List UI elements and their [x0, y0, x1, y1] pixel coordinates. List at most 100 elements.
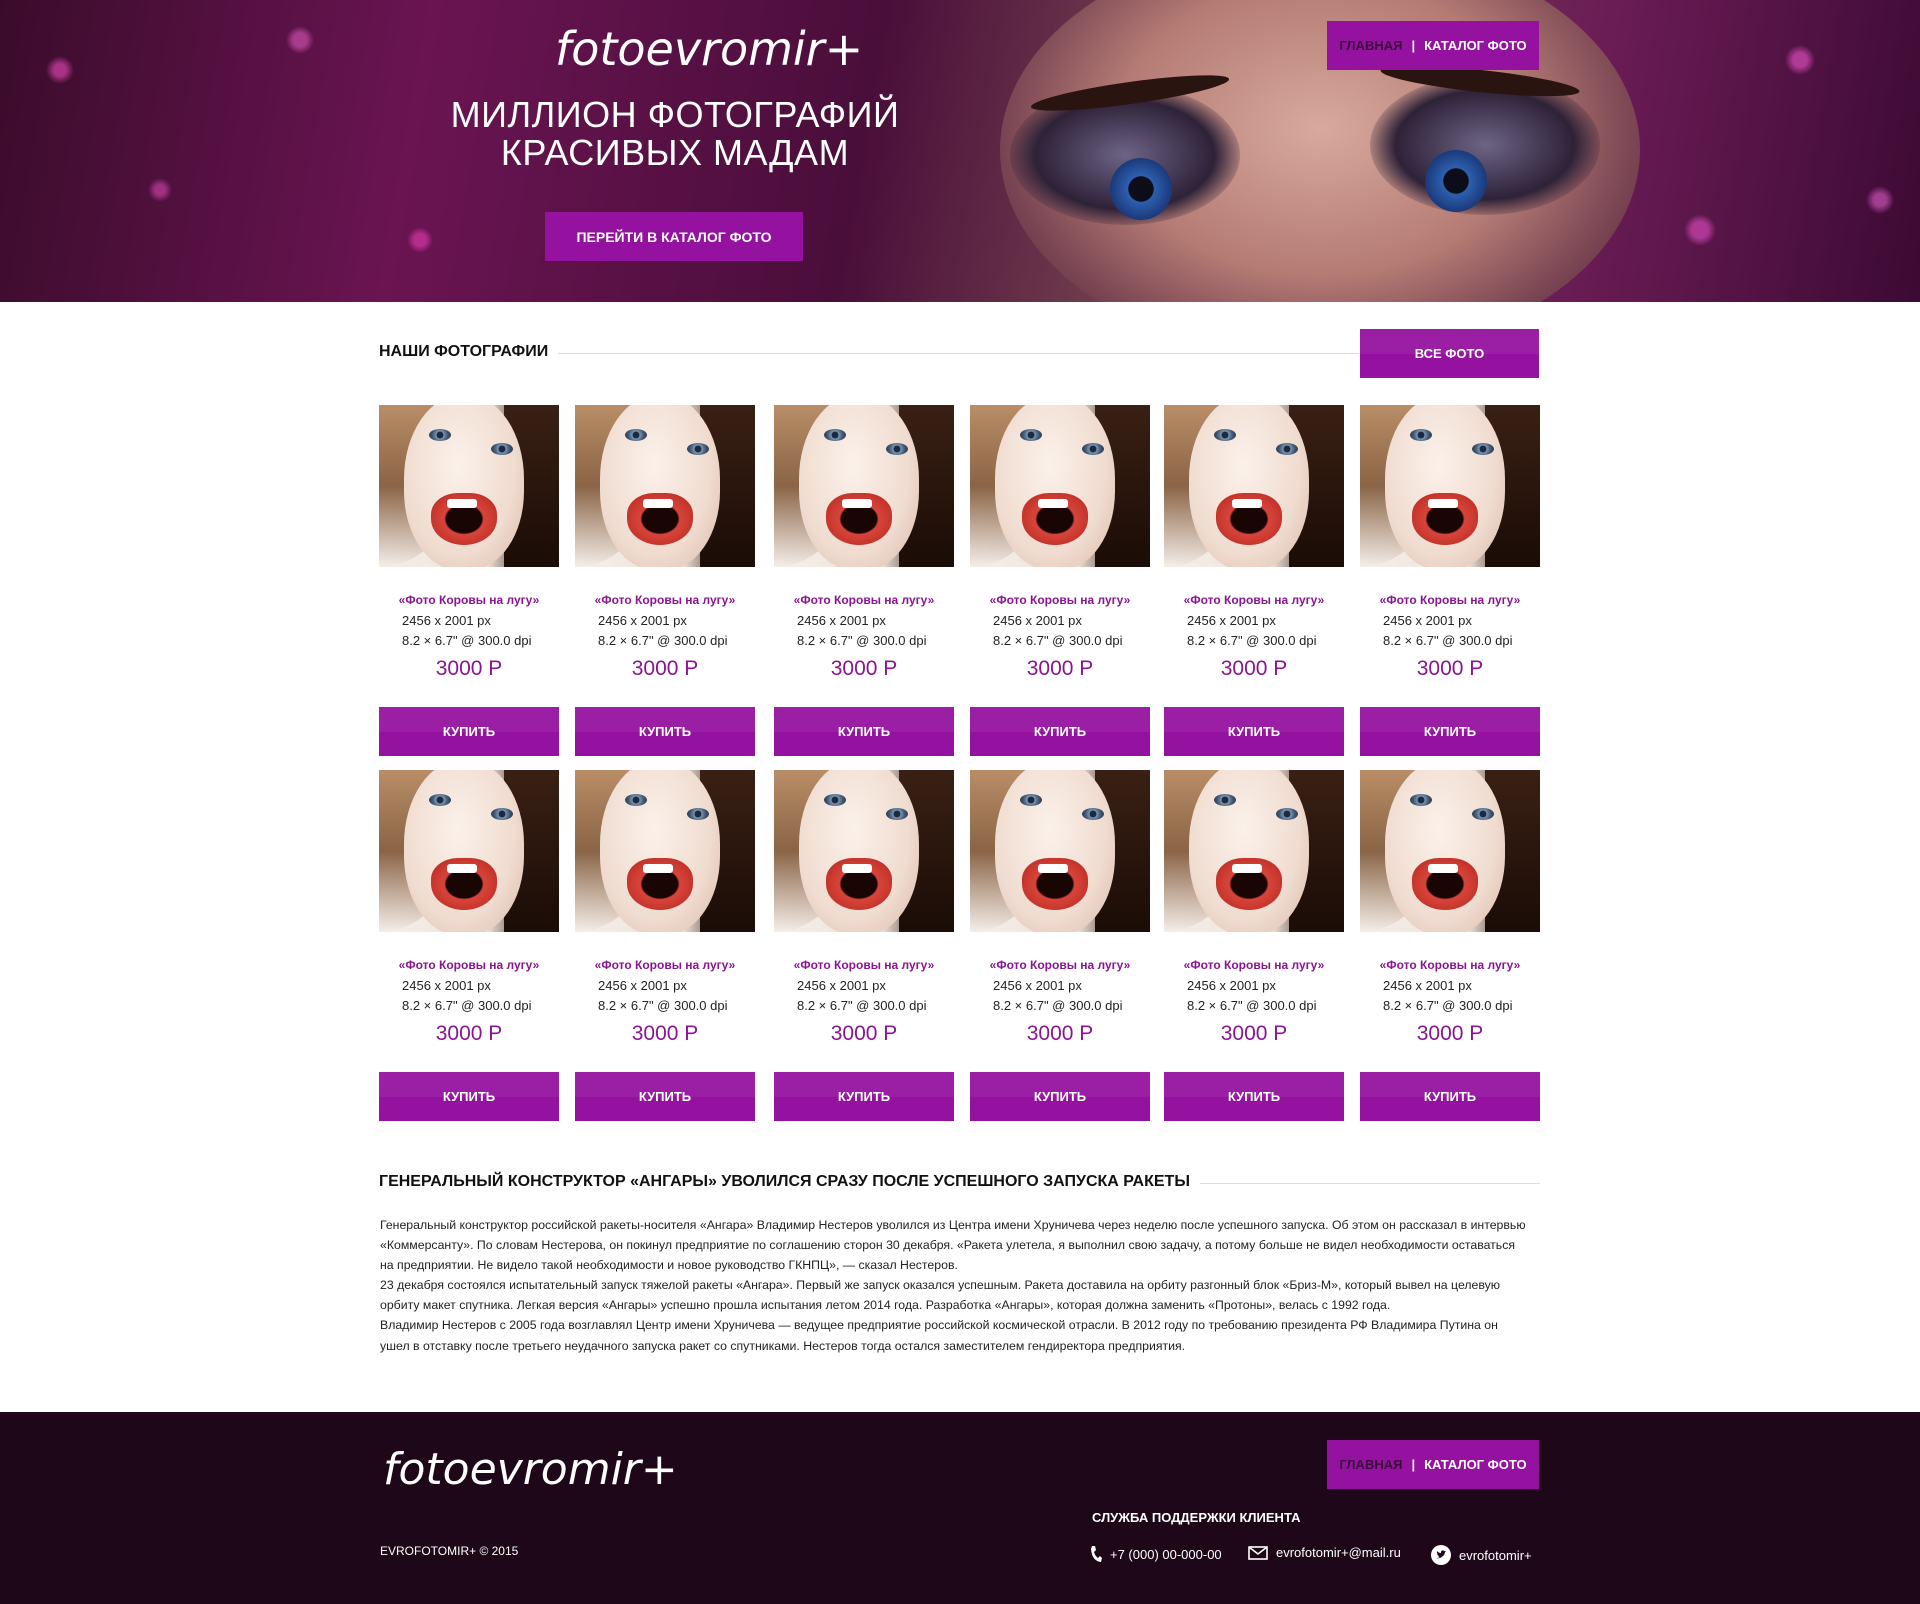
photo-thumbnail[interactable]	[774, 770, 954, 932]
photo-title[interactable]: «Фото Коровы на лугу»	[970, 593, 1150, 607]
mail-icon	[1248, 1545, 1268, 1560]
photo-title[interactable]: «Фото Коровы на лугу»	[575, 593, 755, 607]
footer: fotoevromir+ ГЛАВНАЯ | КАТАЛОГ ФОТО EVRO…	[0, 1412, 1920, 1604]
photo-print-size: 8.2 × 6.7" @ 300.0 dpi	[598, 633, 728, 648]
photo-print-size: 8.2 × 6.7" @ 300.0 dpi	[402, 633, 532, 648]
photo-thumbnail[interactable]	[1164, 405, 1344, 567]
photo-dimensions: 2456 x 2001 px	[1187, 978, 1276, 993]
buy-button[interactable]: КУПИТЬ	[774, 707, 954, 756]
nav-separator: |	[1411, 38, 1416, 53]
buy-button[interactable]: КУПИТЬ	[379, 707, 559, 756]
photo-price: 3000 Р	[435, 657, 503, 680]
photo-thumbnail[interactable]	[379, 770, 559, 932]
nav-catalog-link[interactable]: КАТАЛОГ ФОТО	[1424, 38, 1527, 53]
photo-title[interactable]: «Фото Коровы на лугу»	[1164, 593, 1344, 607]
photo-price: 3000 Р	[1416, 1022, 1484, 1045]
photo-title[interactable]: «Фото Коровы на лугу»	[970, 958, 1150, 972]
photo-dimensions: 2456 x 2001 px	[1383, 613, 1472, 628]
buy-button[interactable]: КУПИТЬ	[774, 1072, 954, 1121]
photo-thumbnail[interactable]	[1164, 770, 1344, 932]
nav-home-link[interactable]: ГЛАВНАЯ	[1339, 38, 1402, 53]
footer-logo[interactable]: fotoevromir+	[383, 1444, 678, 1495]
photo-print-size: 8.2 × 6.7" @ 300.0 dpi	[993, 998, 1123, 1013]
photo-dimensions: 2456 x 2001 px	[797, 613, 886, 628]
photo-dimensions: 2456 x 2001 px	[1187, 613, 1276, 628]
buy-button[interactable]: КУПИТЬ	[1360, 1072, 1540, 1121]
all-photos-button[interactable]: ВСЕ ФОТО	[1360, 329, 1539, 378]
photo-price: 3000 Р	[1026, 657, 1094, 680]
photo-price: 3000 Р	[1026, 1022, 1094, 1045]
photo-title[interactable]: «Фото Коровы на лугу»	[379, 958, 559, 972]
support-title: СЛУЖБА ПОДДЕРЖКИ КЛИЕНТА	[1092, 1510, 1301, 1525]
photo-thumbnail[interactable]	[575, 770, 755, 932]
photo-dimensions: 2456 x 2001 px	[993, 613, 1082, 628]
photo-dimensions: 2456 x 2001 px	[598, 613, 687, 628]
buy-button[interactable]: КУПИТЬ	[575, 707, 755, 756]
photo-card: «Фото Коровы на лугу» 2456 x 2001 px 8.2 ×…	[1360, 770, 1540, 1121]
buy-button[interactable]: КУПИТЬ	[970, 707, 1150, 756]
footer-nav: ГЛАВНАЯ | КАТАЛОГ ФОТО	[1327, 1440, 1539, 1489]
photo-print-size: 8.2 × 6.7" @ 300.0 dpi	[993, 633, 1123, 648]
footer-phone[interactable]: +7 (000) 00-000-00	[1090, 1545, 1222, 1563]
photo-print-size: 8.2 × 6.7" @ 300.0 dpi	[1187, 998, 1317, 1013]
photos-section-title: НАШИ ФОТОГРАФИИ	[379, 343, 559, 361]
photo-thumbnail[interactable]	[970, 405, 1150, 567]
photo-card: «Фото Коровы на лугу» 2456 x 2001 px 8.2 ×…	[575, 405, 755, 756]
buy-button[interactable]: КУПИТЬ	[970, 1072, 1150, 1121]
buy-button[interactable]: КУПИТЬ	[379, 1072, 559, 1121]
photo-price: 3000 Р	[631, 657, 699, 680]
footer-nav-catalog-link[interactable]: КАТАЛОГ ФОТО	[1424, 1457, 1527, 1472]
photo-thumbnail[interactable]	[774, 405, 954, 567]
photo-title[interactable]: «Фото Коровы на лугу»	[1360, 958, 1540, 972]
buy-button[interactable]: КУПИТЬ	[575, 1072, 755, 1121]
copyright: EVROFOTOMIR+ © 2015	[380, 1544, 519, 1558]
article-paragraph: Владимир Нестеров с 2005 года возглавлял…	[380, 1318, 1498, 1353]
photo-print-size: 8.2 × 6.7" @ 300.0 dpi	[1383, 998, 1513, 1013]
photo-price: 3000 Р	[435, 1022, 503, 1045]
photo-thumbnail[interactable]	[379, 405, 559, 567]
buy-button[interactable]: КУПИТЬ	[1360, 707, 1540, 756]
nav-separator: |	[1411, 1457, 1416, 1472]
photo-title[interactable]: «Фото Коровы на лугу»	[379, 593, 559, 607]
footer-email[interactable]: evrofotomir+@mail.ru	[1248, 1545, 1401, 1560]
photo-dimensions: 2456 x 2001 px	[402, 613, 491, 628]
photo-dimensions: 2456 x 2001 px	[993, 978, 1082, 993]
go-to-catalog-button[interactable]: ПЕРЕЙТИ В КАТАЛОГ ФОТО	[545, 212, 803, 261]
photo-card: «Фото Коровы на лугу» 2456 x 2001 px 8.2 ×…	[970, 405, 1150, 756]
hero-banner: fotoevromir+ МИЛЛИОН ФОТОГРАФИЙ КРАСИВЫХ…	[0, 0, 1920, 302]
photo-price: 3000 Р	[1220, 657, 1288, 680]
photo-thumbnail[interactable]	[1360, 770, 1540, 932]
buy-button[interactable]: КУПИТЬ	[1164, 1072, 1344, 1121]
hero-title: МИЛЛИОН ФОТОГРАФИЙ КРАСИВЫХ МАДАМ	[450, 94, 900, 173]
photo-print-size: 8.2 × 6.7" @ 300.0 dpi	[1383, 633, 1513, 648]
photo-thumbnail[interactable]	[1360, 405, 1540, 567]
photo-dimensions: 2456 x 2001 px	[402, 978, 491, 993]
article-paragraph: 23 декабря состоялся испытательный запус…	[380, 1278, 1501, 1313]
photo-title[interactable]: «Фото Коровы на лугу»	[1164, 958, 1344, 972]
photo-card: «Фото Коровы на лугу» 2456 x 2001 px 8.2 ×…	[379, 405, 559, 756]
footer-nav-home-link[interactable]: ГЛАВНАЯ	[1339, 1457, 1402, 1472]
article-title: ГЕНЕРАЛЬНЫЙ КОНСТРУКТОР «АНГАРЫ» УВОЛИЛС…	[379, 1173, 1200, 1191]
photo-print-size: 8.2 × 6.7" @ 300.0 dpi	[402, 998, 532, 1013]
photo-dimensions: 2456 x 2001 px	[797, 978, 886, 993]
photo-price: 3000 Р	[1220, 1022, 1288, 1045]
photo-card: «Фото Коровы на лугу» 2456 x 2001 px 8.2 ×…	[1360, 405, 1540, 756]
email-text: evrofotomir+@mail.ru	[1276, 1545, 1401, 1560]
article-body: Генеральный конструктор российской ракет…	[380, 1215, 1530, 1356]
photo-thumbnail[interactable]	[970, 770, 1150, 932]
photo-price: 3000 Р	[631, 1022, 699, 1045]
photo-thumbnail[interactable]	[575, 405, 755, 567]
buy-button[interactable]: КУПИТЬ	[1164, 707, 1344, 756]
footer-twitter[interactable]: evrofotomir+	[1431, 1545, 1532, 1565]
phone-text: +7 (000) 00-000-00	[1110, 1546, 1222, 1562]
photo-title[interactable]: «Фото Коровы на лугу»	[575, 958, 755, 972]
photo-price: 3000 Р	[1416, 657, 1484, 680]
photo-print-size: 8.2 × 6.7" @ 300.0 dpi	[797, 998, 927, 1013]
photo-title[interactable]: «Фото Коровы на лугу»	[1360, 593, 1540, 607]
hero-logo[interactable]: fotoevromir+	[555, 22, 863, 76]
photo-price: 3000 Р	[830, 657, 898, 680]
photo-print-size: 8.2 × 6.7" @ 300.0 dpi	[797, 633, 927, 648]
photo-card: «Фото Коровы на лугу» 2456 x 2001 px 8.2 ×…	[774, 405, 954, 756]
photo-title[interactable]: «Фото Коровы на лугу»	[774, 958, 954, 972]
photo-title[interactable]: «Фото Коровы на лугу»	[774, 593, 954, 607]
